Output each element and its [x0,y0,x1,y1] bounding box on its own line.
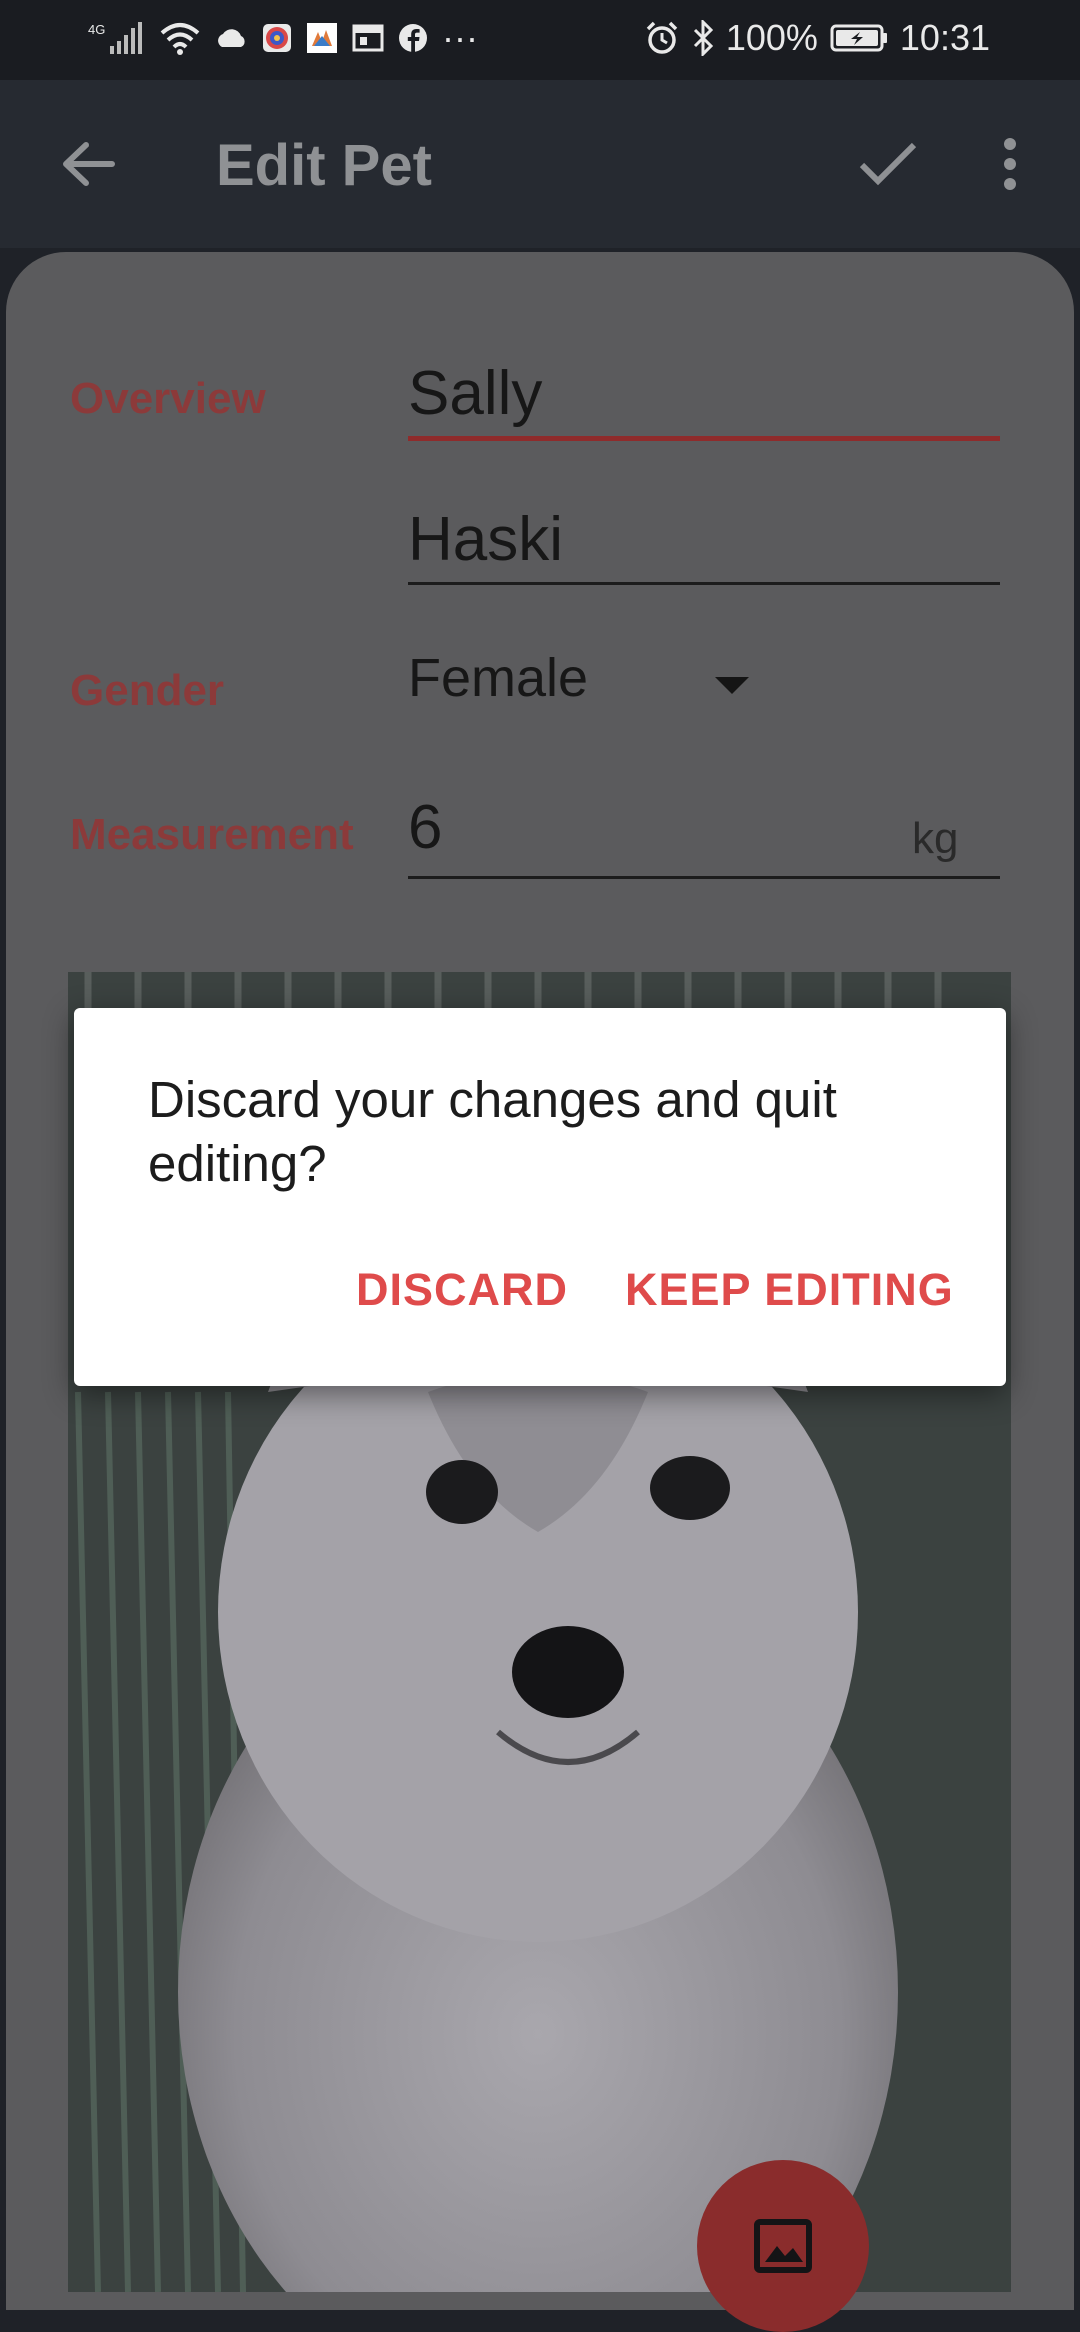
check-icon [859,142,917,186]
change-photo-button[interactable] [697,2160,869,2332]
facebook-icon [398,18,428,58]
page-title: Edit Pet [216,133,432,198]
wifi-icon [160,18,200,58]
gender-value: Female [408,648,589,708]
gender-label: Gender [70,666,225,715]
dropdown-arrow-icon [715,677,749,694]
status-right-icons: 100% 10:31 [644,18,990,58]
image-icon [754,2219,812,2273]
clock-time: 10:31 [899,17,990,58]
weight-input[interactable]: 6 [408,792,442,863]
overflow-menu-button[interactable] [980,124,1040,204]
pet-breed-underline [408,582,1000,585]
bluetooth-icon [692,18,714,58]
measurement-label: Measurement [70,810,354,859]
arrow-back-icon [63,142,115,186]
back-button[interactable] [48,124,128,204]
alarm-icon [644,18,680,58]
target-app-icon [262,18,292,58]
dialog-message: Discard your changes and quit editing? [148,1071,837,1192]
pet-name-input[interactable]: Sally [408,358,542,429]
overview-label: Overview [70,374,266,423]
discard-dialog: Discard your changes and quit editing? D… [74,1008,1006,1386]
battery-percent: 100% [725,17,818,58]
app-bar: Edit Pet [0,80,1080,248]
pet-name-underline [408,436,1000,441]
more-vert-icon [1004,138,1016,190]
gender-dropdown[interactable]: Female [408,647,768,727]
photos-app-icon [306,18,338,58]
pet-breed-input[interactable]: Haski [408,504,563,575]
network-type: 4G [88,22,105,37]
cloud-icon [214,18,248,58]
save-button[interactable] [848,124,928,204]
status-left-icons: 4G ··· [88,18,478,58]
calendar-app-icon [352,18,384,58]
weight-underline [408,876,1000,879]
more-notifications: ··· [442,17,478,58]
signal-icon: 4G [88,18,146,58]
weight-unit: kg [912,814,959,863]
battery-charging-icon [830,18,888,58]
discard-button[interactable]: DISCARD [356,1264,568,1316]
status-bar: 4G ··· 100% 10:31 [0,0,1080,80]
keep-editing-button[interactable]: KEEP EDITING [625,1264,954,1316]
